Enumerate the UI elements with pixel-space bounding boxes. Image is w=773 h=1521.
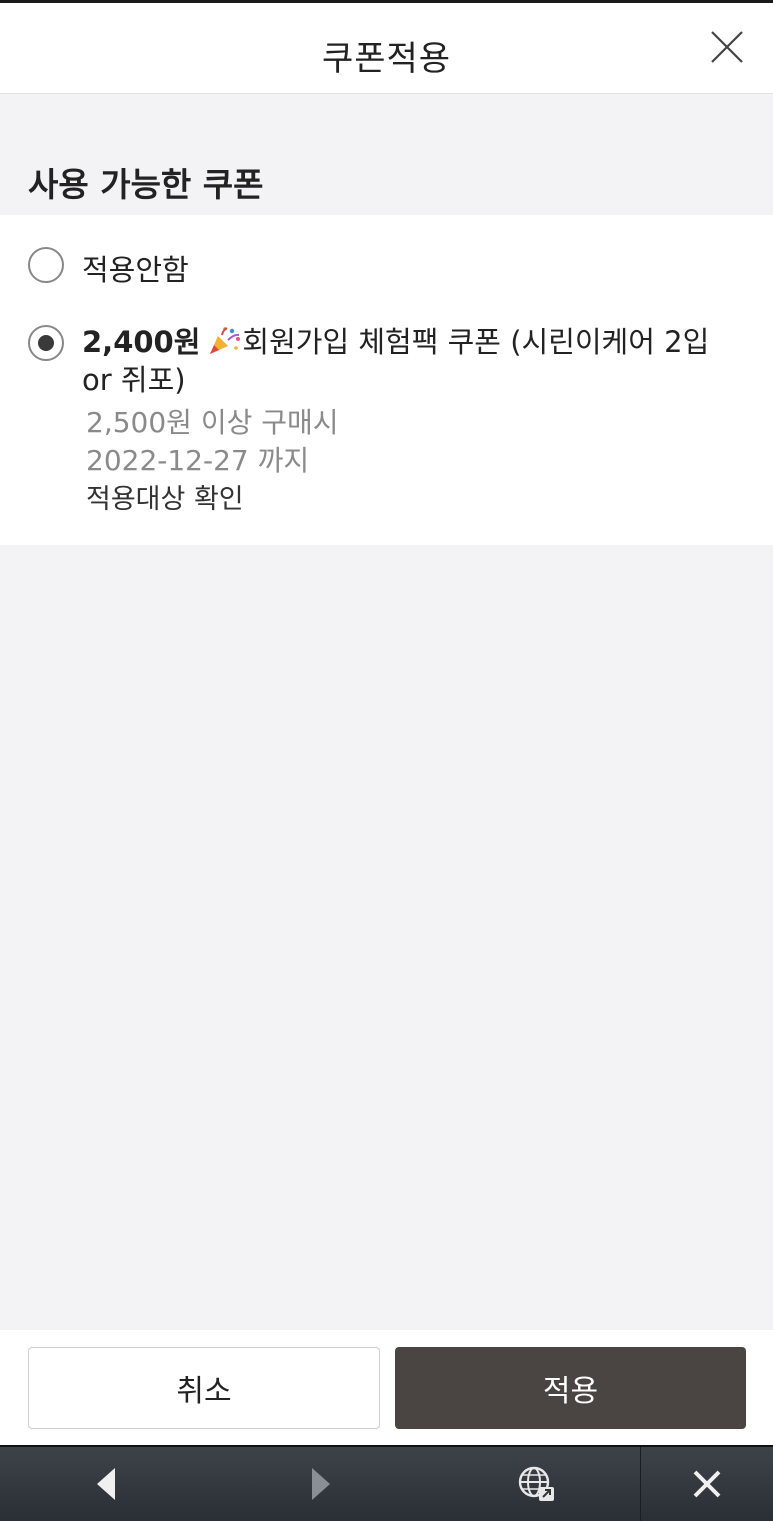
coupon-radio[interactable]	[28, 325, 64, 361]
party-popper-icon	[210, 327, 241, 354]
coupon-amount: 2,400원	[82, 325, 201, 359]
close-button[interactable]	[707, 27, 747, 67]
nav-divider	[640, 1447, 641, 1521]
no-coupon-label[interactable]: 적용안함	[82, 247, 189, 289]
coupon-title[interactable]: 2,400원 회원가입 체험팩 쿠폰 (시린이케어 2입 or 쥐포)	[82, 323, 747, 399]
back-arrow-icon	[97, 1468, 115, 1500]
coupon-apply-screen: 쿠폰적용 사용 가능한 쿠폰 적용안함 2,400원 회원가입 체험팩 쿠폰 (…	[0, 0, 773, 1521]
globe-button[interactable]	[500, 1447, 574, 1521]
coupon-list: 적용안함 2,400원 회원가입 체험팩 쿠폰 (시린이케어 2입 or 쥐포)…	[0, 215, 773, 545]
back-button[interactable]	[70, 1447, 144, 1521]
close-browser-button[interactable]	[670, 1447, 744, 1521]
coupon-expiry: 2022-12-27 까지	[86, 444, 310, 477]
check-target-link[interactable]: 적용대상 확인	[86, 477, 244, 516]
browser-nav-bar	[0, 1445, 773, 1521]
forward-button[interactable]	[283, 1447, 357, 1521]
no-coupon-radio[interactable]	[28, 247, 64, 283]
cancel-button[interactable]: 취소	[28, 1347, 380, 1429]
page-title: 쿠폰적용	[321, 39, 452, 79]
header: 쿠폰적용	[0, 3, 773, 94]
available-coupons-heading: 사용 가능한 쿠폰	[28, 165, 264, 204]
close-icon	[711, 31, 743, 63]
forward-arrow-icon	[312, 1468, 330, 1500]
footer-actions: 취소 적용	[0, 1330, 773, 1445]
close-icon	[693, 1470, 721, 1498]
globe-icon	[518, 1466, 554, 1501]
apply-button[interactable]: 적용	[395, 1347, 746, 1429]
coupon-min-purchase: 2,500원 이상 구매시	[86, 406, 339, 439]
